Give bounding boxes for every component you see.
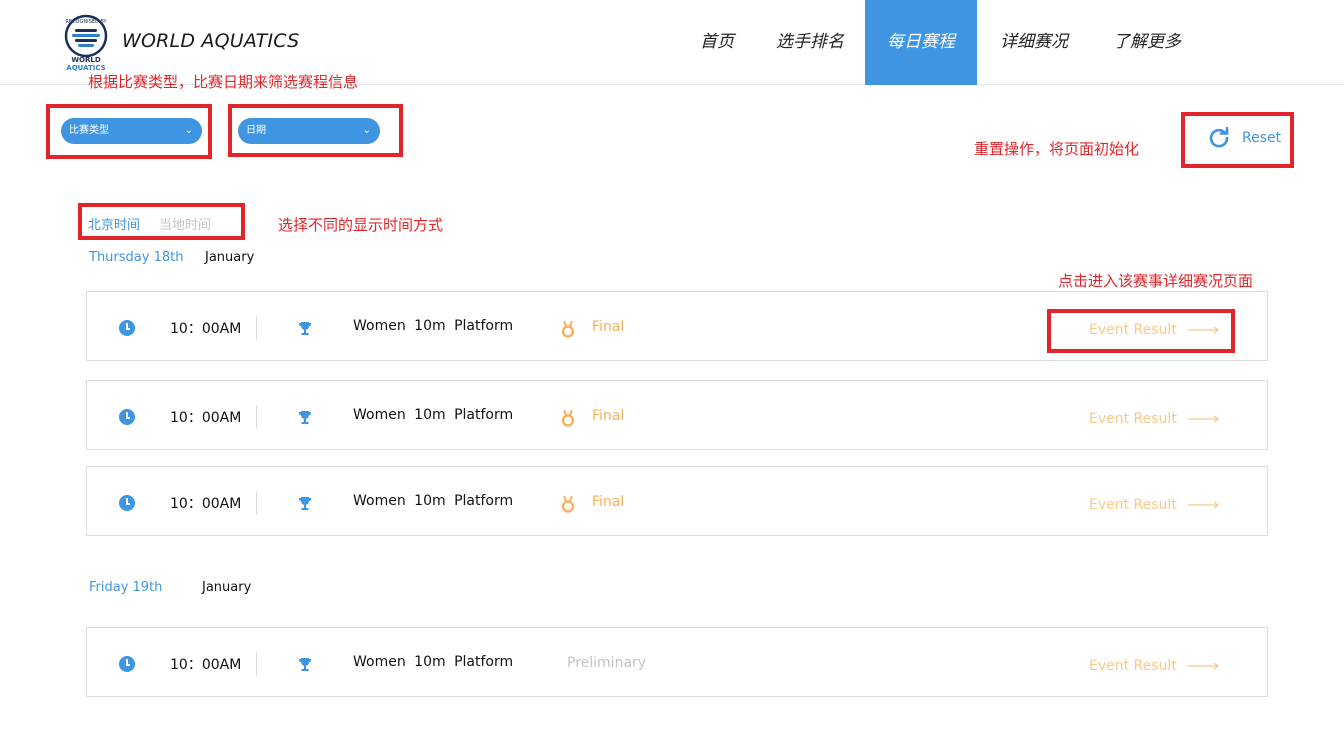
event-result-label: Event Result — [1089, 411, 1177, 427]
reset-button[interactable]: Reset — [1208, 124, 1281, 152]
event-time: 10：00AM — [170, 410, 242, 426]
clock-icon — [119, 320, 135, 336]
long-arrow-right-icon — [1187, 501, 1219, 509]
event-stage: Final — [592, 319, 625, 335]
event-stage: Final — [592, 494, 625, 510]
trophy-icon — [299, 322, 311, 335]
nav-event-details[interactable]: 详细赛况 — [990, 0, 1078, 85]
match-type-select[interactable]: 比赛类型 ⌄ — [61, 118, 202, 144]
event-row: 10：00AM Women 10m Platform Final Event R… — [86, 380, 1268, 450]
event-result-label: Event Result — [1089, 658, 1177, 674]
month-heading: January — [202, 580, 252, 595]
annotation-box-result — [1047, 309, 1235, 353]
trophy-icon — [299, 411, 311, 424]
event-time: 10：00AM — [170, 321, 242, 337]
filter-annotation: 根据比赛类型，比赛日期来筛选赛程信息 — [88, 73, 359, 91]
reset-annotation: 重置操作，将页面初始化 — [974, 140, 1140, 158]
event-time: 10：00AM — [170, 496, 242, 512]
day-heading: Thursday 18th — [89, 250, 184, 265]
nav-home[interactable]: 首页 — [686, 0, 748, 85]
clock-icon — [119, 409, 135, 425]
nav-daily-schedule[interactable]: 每日赛程 — [865, 0, 977, 85]
time-annotation: 选择不同的显示时间方式 — [278, 216, 444, 234]
nav-learn-more[interactable]: 了解更多 — [1103, 0, 1191, 85]
tab-beijing-time[interactable]: 北京时间 — [88, 214, 140, 233]
divider — [256, 652, 257, 676]
medal-icon — [561, 496, 575, 513]
event-name: Women 10m Platform — [353, 493, 514, 509]
clock-icon — [119, 495, 135, 511]
date-select[interactable]: 日期 ⌄ — [238, 118, 380, 144]
trophy-icon — [299, 658, 311, 671]
nav-player-ranking[interactable]: 选手排名 — [766, 0, 854, 85]
divider — [256, 316, 257, 340]
event-stage: Final — [592, 408, 625, 424]
event-result-link[interactable]: Event Result — [1089, 411, 1220, 427]
event-time: 10：00AM — [170, 657, 242, 673]
event-result-link[interactable]: Event Result — [1089, 658, 1220, 674]
event-name: Women 10m Platform — [353, 318, 514, 334]
chevron-down-icon: ⌄ — [362, 125, 371, 136]
chevron-down-icon: ⌄ — [184, 125, 193, 136]
event-name: Women 10m Platform — [353, 654, 514, 670]
divider — [256, 491, 257, 515]
trophy-icon — [299, 497, 311, 510]
day-heading: Friday 19th — [89, 580, 163, 595]
medal-icon — [561, 410, 575, 427]
reset-label: Reset — [1242, 130, 1282, 146]
date-select-label: 日期 — [246, 125, 266, 136]
clock-icon — [119, 656, 135, 672]
event-name: Women 10m Platform — [353, 407, 514, 423]
event-row: 10：00AM Women 10m Platform Final Event R… — [86, 466, 1268, 536]
long-arrow-right-icon — [1187, 415, 1219, 423]
divider — [256, 405, 257, 429]
event-result-link[interactable]: Event Result — [1089, 497, 1220, 513]
event-stage: Preliminary — [567, 655, 647, 671]
refresh-icon — [1209, 127, 1229, 148]
match-type-select-label: 比赛类型 — [69, 125, 109, 136]
medal-icon — [561, 321, 575, 338]
event-row: 10：00AM Women 10m Platform Preliminary E… — [86, 627, 1268, 697]
event-result-label: Event Result — [1089, 497, 1177, 513]
long-arrow-right-icon — [1187, 662, 1219, 670]
tab-local-time[interactable]: 当地时间 — [159, 214, 211, 233]
month-heading: January — [205, 250, 255, 265]
result-annotation: 点击进入该赛事详细赛况页面 — [1058, 272, 1254, 290]
